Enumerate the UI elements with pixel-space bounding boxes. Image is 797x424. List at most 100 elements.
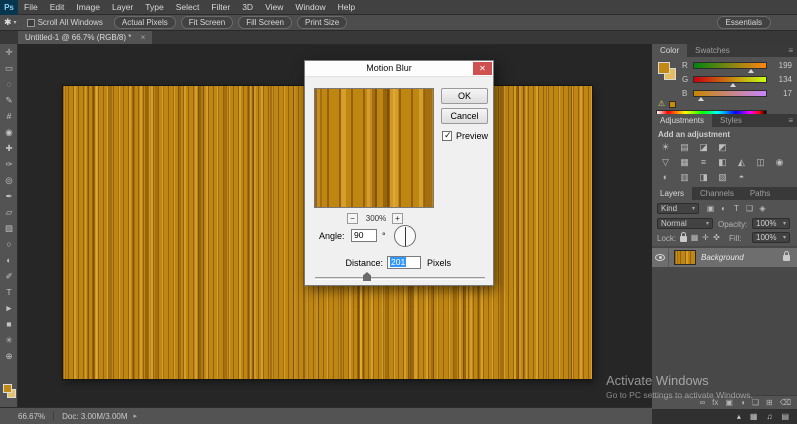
panel-menu-icon[interactable]: ≡ (788, 114, 797, 127)
curves-icon[interactable]: ◪ (694, 141, 713, 154)
brush-tool-icon[interactable]: ✑ (0, 156, 18, 172)
link-layers-icon[interactable]: ∞ (699, 396, 705, 409)
dialog-title-bar[interactable]: Motion Blur ✕ (305, 61, 493, 77)
history-brush-tool-icon[interactable]: ✒ (0, 188, 18, 204)
layer-name[interactable]: Background (701, 253, 744, 262)
filter-type-layers-icon[interactable]: T (730, 203, 743, 214)
view-button[interactable]: Fit Screen (181, 16, 233, 29)
red-value[interactable]: 199 (779, 61, 792, 70)
vibrance-icon[interactable]: ▽ (656, 156, 675, 169)
gradient-map-icon[interactable]: ▧ (713, 171, 732, 184)
eraser-tool-icon[interactable]: ▱ (0, 204, 18, 220)
menu-item[interactable]: Layer (106, 0, 139, 15)
tab-color[interactable]: Color (652, 44, 687, 57)
opacity-dropdown[interactable]: 100% ▾ (752, 218, 790, 229)
preview-checkbox[interactable]: ✓ (442, 131, 452, 141)
close-tab-icon[interactable]: × (141, 33, 146, 42)
layer-style-icon[interactable]: fx (712, 396, 718, 409)
gradient-tool-icon[interactable]: ▨ (0, 220, 18, 236)
angle-dial[interactable] (394, 225, 416, 247)
path-select-tool-icon[interactable]: ► (0, 300, 18, 316)
view-button[interactable]: Actual Pixels (114, 16, 176, 29)
view-button[interactable]: Fill Screen (238, 16, 292, 29)
type-tool-icon[interactable]: T (0, 284, 18, 300)
fill-dropdown[interactable]: 100% ▾ (752, 232, 790, 243)
menu-item[interactable]: Filter (205, 0, 236, 15)
distance-slider-track[interactable] (315, 277, 485, 279)
ok-button[interactable]: OK (441, 88, 488, 104)
shape-tool-icon[interactable]: ■ (0, 316, 18, 332)
menu-item[interactable]: File (18, 0, 44, 15)
quick-selection-tool-icon[interactable]: ✎ (0, 92, 18, 108)
pen-tool-icon[interactable]: ✐ (0, 268, 18, 284)
preview-zoom-out-button[interactable]: − (347, 213, 358, 224)
tab-layers[interactable]: Layers (652, 187, 692, 200)
blue-value[interactable]: 17 (783, 89, 792, 98)
green-slider-handle[interactable] (730, 83, 736, 87)
layer-visibility-toggle[interactable] (652, 248, 669, 267)
layer-filter-kind-dropdown[interactable]: Kind ▾ (657, 203, 699, 214)
angle-input[interactable]: 90 (351, 229, 377, 242)
tab-swatches[interactable]: Swatches (687, 44, 738, 57)
menu-item[interactable]: Help (332, 0, 361, 15)
threshold-icon[interactable]: ◨ (694, 171, 713, 184)
color-lookup-icon[interactable]: ◉ (770, 156, 789, 169)
hand-tool-icon[interactable]: ✳ (0, 332, 18, 348)
filter-pixel-layers-icon[interactable]: ▣ (704, 203, 717, 214)
zoom-level-field[interactable]: 66.67% (18, 412, 45, 421)
menu-item[interactable]: Type (139, 0, 169, 15)
lock-transparency-icon[interactable]: ▦ (689, 233, 700, 245)
tool-preset-caret-icon[interactable]: ▾ (14, 19, 17, 26)
tray-notification-icon[interactable]: ▤ (781, 412, 789, 421)
layer-mask-icon[interactable]: ▣ (725, 396, 733, 409)
red-slider[interactable] (693, 62, 767, 69)
move-tool-icon[interactable]: ✛ (0, 44, 18, 60)
blend-mode-dropdown[interactable]: Normal ▾ (657, 218, 713, 229)
menu-item[interactable]: Image (70, 0, 106, 15)
delete-layer-icon[interactable]: ⌫ (780, 396, 791, 409)
document-tab[interactable]: Untitled-1 @ 66.7% (RGB/8) * × (18, 31, 152, 44)
layer-thumbnail[interactable] (674, 250, 696, 265)
dodge-tool-icon[interactable]: ◐ (0, 252, 18, 268)
selective-color-icon[interactable]: ◓ (732, 171, 751, 184)
distance-slider-handle[interactable] (363, 272, 371, 281)
close-icon[interactable]: ✕ (473, 62, 492, 75)
channel-mixer-icon[interactable]: ◫ (751, 156, 770, 169)
filter-shape-layers-icon[interactable]: ❑ (743, 203, 756, 214)
levels-icon[interactable]: ▤ (675, 141, 694, 154)
eyedropper-tool-icon[interactable]: ◉ (0, 124, 18, 140)
menu-item[interactable]: Edit (44, 0, 71, 15)
brightness-contrast-icon[interactable]: ☀ (656, 141, 675, 154)
foreground-color-swatch[interactable] (3, 384, 12, 393)
lasso-tool-icon[interactable]: ◌ (0, 76, 18, 92)
black-white-icon[interactable]: ◧ (713, 156, 732, 169)
photo-filter-icon[interactable]: ◭ (732, 156, 751, 169)
layer-group-icon[interactable]: ❑ (752, 396, 759, 409)
foreground-color-well[interactable] (658, 62, 670, 74)
posterize-icon[interactable]: ▥ (675, 171, 694, 184)
preview-zoom-in-button[interactable]: + (392, 213, 403, 224)
menu-item[interactable]: View (259, 0, 289, 15)
panel-menu-icon[interactable]: ≡ (788, 44, 797, 57)
scroll-all-windows-checkbox[interactable] (27, 19, 35, 27)
tab-styles[interactable]: Styles (712, 114, 750, 127)
view-button[interactable]: Print Size (297, 16, 347, 29)
filter-adjustment-layers-icon[interactable]: ◐ (717, 203, 730, 214)
hue-saturation-icon[interactable]: ▦ (675, 156, 694, 169)
tab-adjustments[interactable]: Adjustments (652, 114, 712, 127)
menu-item[interactable]: Window (289, 0, 331, 15)
healing-brush-tool-icon[interactable]: ✚ (0, 140, 18, 156)
filter-smart-objects-icon[interactable]: ◈ (756, 203, 769, 214)
new-layer-icon[interactable]: ⊞ (766, 396, 773, 409)
marquee-tool-icon[interactable]: ▭ (0, 60, 18, 76)
menu-item[interactable]: Select (170, 0, 206, 15)
tray-volume-icon[interactable]: ♫ (766, 412, 772, 421)
blur-preview[interactable] (314, 88, 434, 208)
zoom-tool-icon[interactable]: ⊕ (0, 348, 18, 364)
distance-input[interactable]: 201 (387, 256, 421, 269)
green-slider[interactable] (693, 76, 767, 83)
blur-tool-icon[interactable]: ○ (0, 236, 18, 252)
document-size-info[interactable]: Doc: 3.00M/3.00M (62, 412, 127, 421)
tab-channels[interactable]: Channels (692, 187, 742, 200)
exposure-icon[interactable]: ◩ (713, 141, 732, 154)
